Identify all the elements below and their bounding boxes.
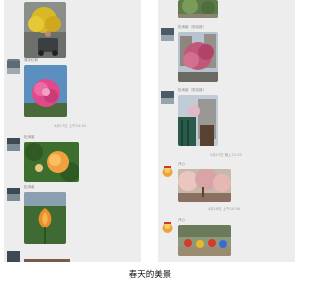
orange-rose-photo[interactable]	[24, 142, 79, 182]
sender-name: 开心	[178, 218, 185, 222]
green-park-photo[interactable]	[178, 0, 218, 18]
right-chat-panel: 松涛客（张晓雄） 松涛客（张晓雄） 4月17日 晚上21:33 开心 4月18日…	[158, 0, 295, 262]
message-timestamp: 4月17日 晚上21:33	[210, 153, 242, 157]
sender-avatar[interactable]	[7, 249, 20, 262]
sender-avatar[interactable]	[161, 219, 174, 234]
partial-photo[interactable]	[24, 254, 70, 262]
sender-name: 清凉红枫	[24, 58, 38, 62]
message-timestamp: 4月17日 上午10:34	[54, 124, 86, 128]
flowering-trees-path-photo[interactable]	[178, 169, 231, 202]
left-chat-panel: 清凉红枫 4月17日 上午10:34 松涛客 松涛客	[4, 0, 141, 262]
sender-avatar[interactable]	[161, 26, 174, 41]
sender-name: 松涛客（张晓雄）	[178, 88, 206, 92]
image-caption: 春天的美景	[128, 270, 172, 280]
garden-gate-photo[interactable]	[178, 95, 218, 146]
sender-name: 松涛客（张晓雄）	[178, 25, 206, 29]
yellow-blossom-bush-photo[interactable]	[24, 2, 66, 58]
pink-blossom-tree-photo[interactable]	[178, 32, 218, 82]
sender-avatar[interactable]	[7, 186, 20, 201]
orange-tulip-photo[interactable]	[24, 192, 66, 244]
sender-name: 松涛客	[24, 135, 35, 139]
sender-name: 开心	[178, 162, 185, 166]
sender-avatar[interactable]	[161, 89, 174, 104]
sender-avatar[interactable]	[7, 136, 20, 151]
dancers-photo[interactable]	[178, 225, 231, 256]
sender-avatar[interactable]	[7, 59, 20, 74]
sender-name: 松涛客	[24, 185, 35, 189]
message-timestamp: 4月18日 上午10:36	[208, 207, 240, 211]
sender-avatar[interactable]	[161, 163, 174, 178]
pink-peony-photo[interactable]	[24, 65, 67, 117]
